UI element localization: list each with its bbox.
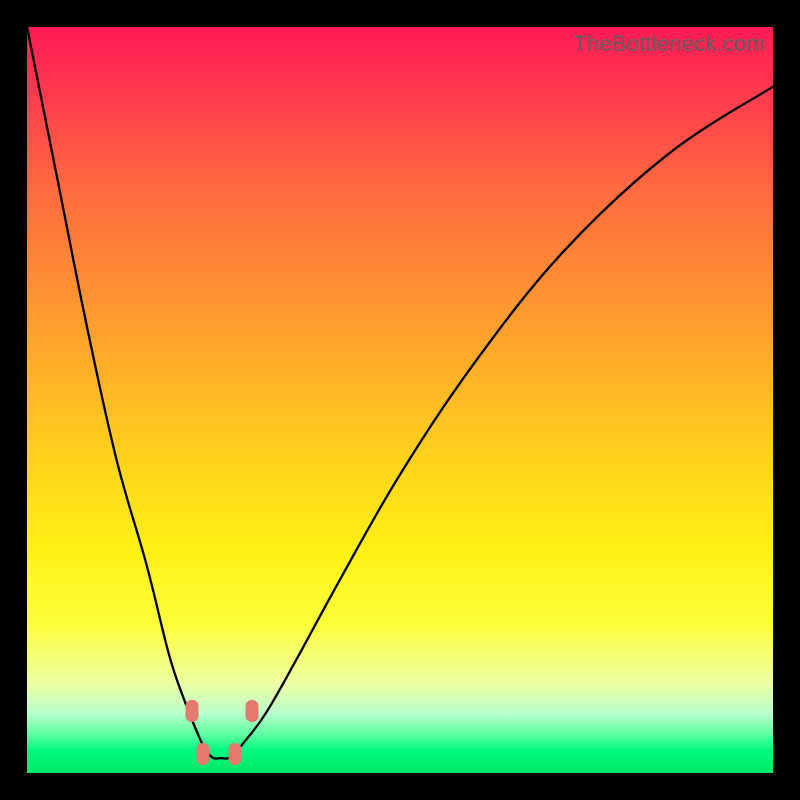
chart-plot-area: TheBottleneck.com [27, 27, 773, 773]
marker-right-shoulder [245, 700, 258, 722]
marker-left-shoulder [185, 700, 198, 722]
curve-markers [27, 27, 773, 773]
marker-left-floor [197, 743, 210, 765]
marker-right-floor [229, 743, 242, 765]
